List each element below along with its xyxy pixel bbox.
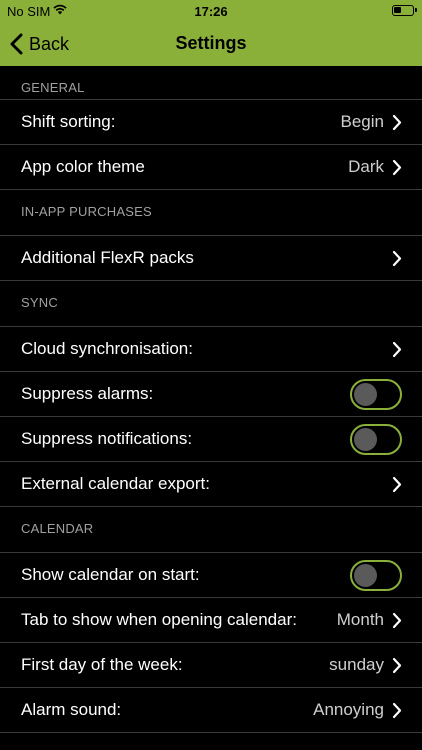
- row-value: Annoying: [313, 700, 384, 719]
- row-tab-to-show[interactable]: Tab to show when opening calendar: Month: [0, 598, 422, 643]
- row-label: External calendar export:: [21, 474, 210, 493]
- page-title: Settings: [175, 33, 247, 53]
- status-time: 17:26: [194, 4, 228, 19]
- chevron-right-icon: [392, 702, 402, 719]
- row-label: Show calendar on start:: [21, 565, 200, 584]
- row-alarm-sound[interactable]: Alarm sound: Annoying: [0, 688, 422, 733]
- chevron-right-icon: [392, 159, 402, 176]
- row-suppress-alarms: Suppress alarms:: [0, 372, 422, 417]
- row-cloud-synchronisation[interactable]: Cloud synchronisation:: [0, 327, 422, 372]
- section-header-sync: SYNC: [0, 281, 422, 327]
- row-label: Alarm sound:: [21, 700, 122, 719]
- chevron-right-icon: [392, 657, 402, 674]
- toggle-knob: [354, 428, 377, 451]
- section-header-general: GENERAL: [0, 66, 422, 100]
- row-value: sunday: [329, 655, 384, 674]
- row-label: Cloud synchronisation:: [21, 339, 193, 358]
- suppress-alarms-toggle[interactable]: [350, 379, 402, 410]
- suppress-notifications-toggle[interactable]: [350, 424, 402, 455]
- row-suppress-notifications: Suppress notifications:: [0, 417, 422, 462]
- row-label: Tab to show when opening calendar:: [21, 610, 297, 629]
- show-calendar-on-start-toggle[interactable]: [350, 560, 402, 591]
- row-external-calendar-export[interactable]: External calendar export:: [0, 462, 422, 507]
- toggle-knob: [354, 564, 377, 587]
- row-show-calendar-on-start: Show calendar on start:: [0, 553, 422, 598]
- row-label: First day of the week:: [21, 655, 183, 674]
- status-bar: No SIM 17:26: [0, 0, 422, 22]
- row-value: Month: [336, 610, 384, 629]
- chevron-right-icon: [392, 114, 402, 131]
- battery-icon: [392, 5, 417, 16]
- row-label: Suppress alarms:: [21, 384, 154, 403]
- row-additional-flexr-packs[interactable]: Additional FlexR packs: [0, 236, 422, 281]
- navigation-bar: Back Settings: [0, 22, 422, 66]
- row-app-color-theme[interactable]: App color theme Dark: [0, 145, 422, 190]
- top-bar: No SIM 17:26 Back Settings: [0, 0, 422, 66]
- toggle-knob: [354, 383, 377, 406]
- row-first-day-of-week[interactable]: First day of the week: sunday: [0, 643, 422, 688]
- chevron-right-icon: [392, 612, 402, 629]
- chevron-right-icon: [392, 476, 402, 493]
- row-shift-sorting[interactable]: Shift sorting: Begin: [0, 100, 422, 145]
- row-label: App color theme: [21, 157, 145, 176]
- row-value: Dark: [348, 157, 384, 176]
- row-value: Begin: [340, 112, 384, 131]
- chevron-right-icon: [392, 341, 402, 358]
- chevron-right-icon: [392, 250, 402, 267]
- row-label: Additional FlexR packs: [21, 248, 194, 267]
- settings-list: GENERAL Shift sorting: Begin App color t…: [0, 66, 422, 733]
- row-label: Suppress notifications:: [21, 429, 193, 448]
- row-label: Shift sorting:: [21, 112, 116, 131]
- section-header-in-app-purchases: IN-APP PURCHASES: [0, 190, 422, 236]
- section-header-calendar: CALENDAR: [0, 507, 422, 553]
